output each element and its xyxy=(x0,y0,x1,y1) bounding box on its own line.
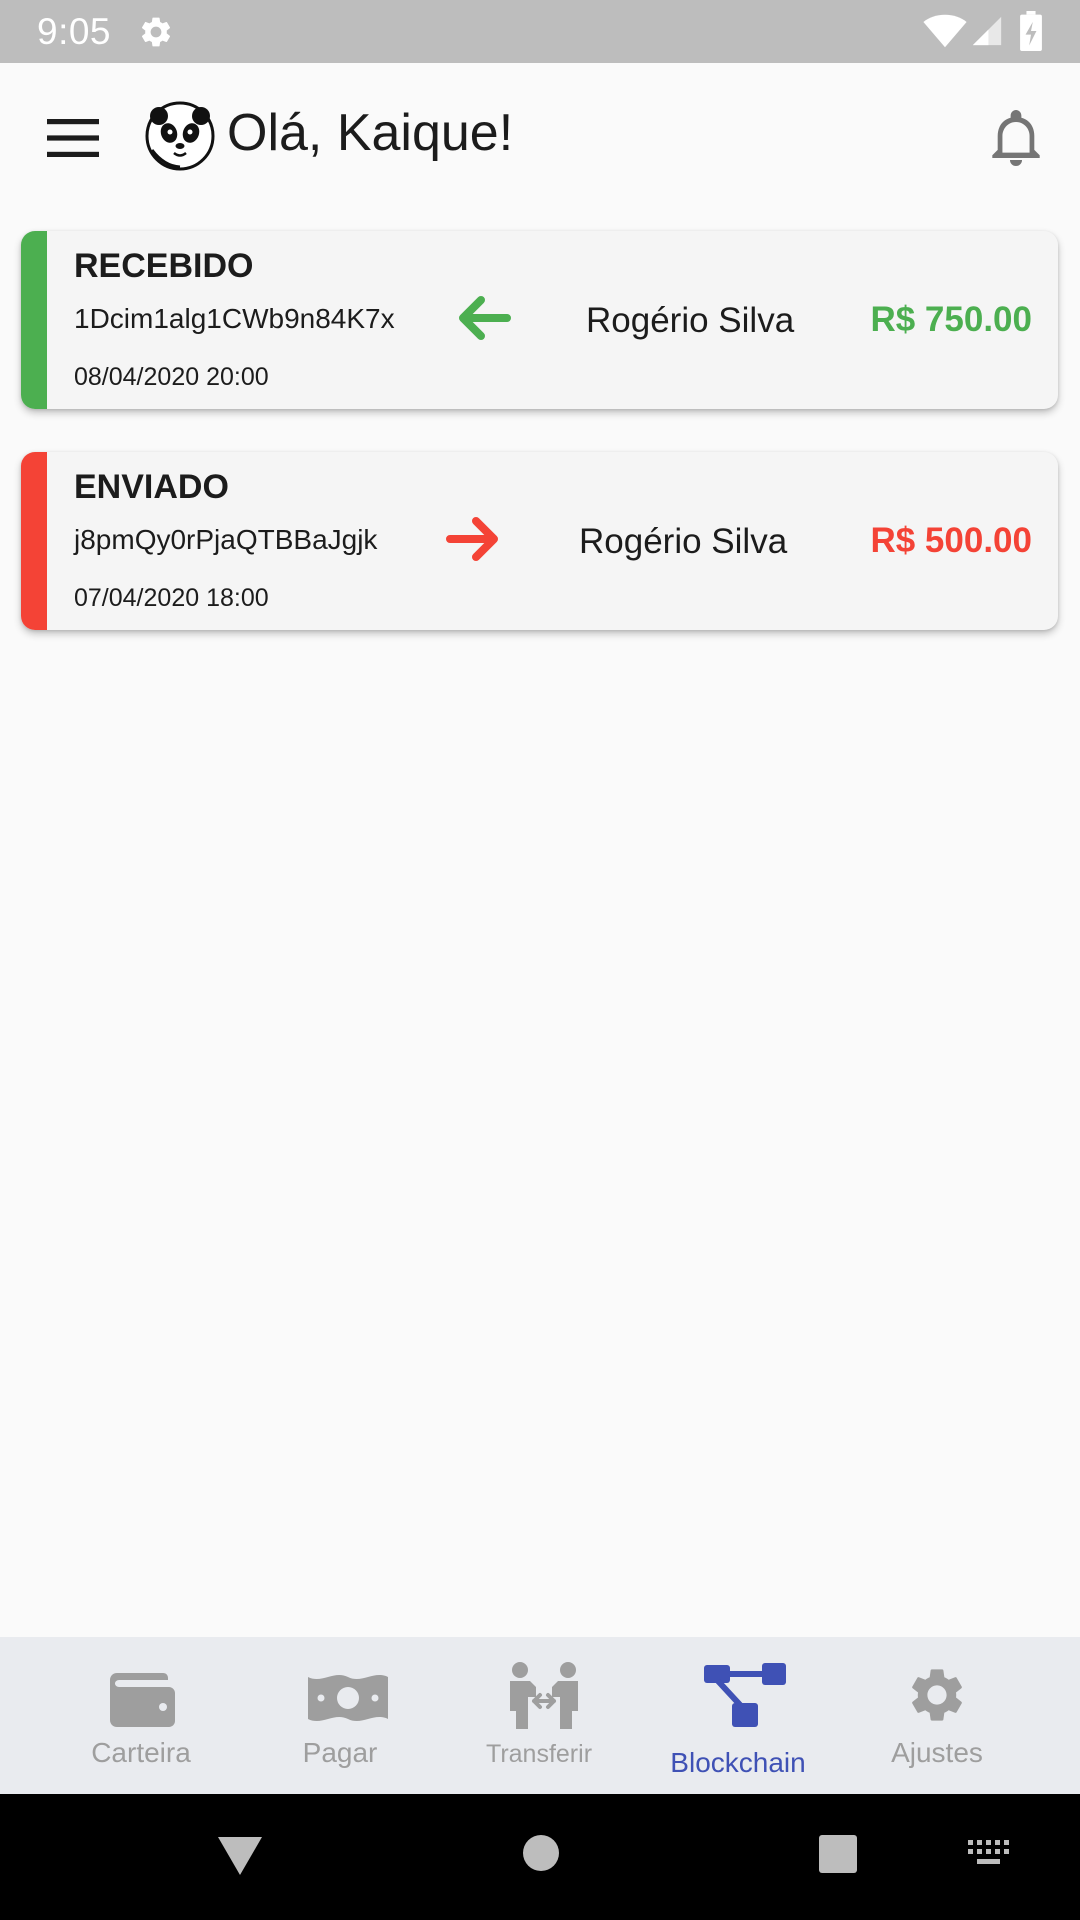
status-bar: 9:05 xyxy=(0,0,1080,63)
sent-accent-bar xyxy=(21,452,47,630)
nav-label: Pagar xyxy=(302,1737,378,1768)
nav-label: Carteira xyxy=(91,1737,191,1768)
back-icon[interactable] xyxy=(216,1835,264,1877)
transaction-counterparty: Rogério Silva xyxy=(579,522,788,561)
blockchain-icon xyxy=(704,1663,786,1727)
nav-item-transferir[interactable]: Transferir xyxy=(439,1637,639,1794)
wallet-icon xyxy=(110,1673,175,1727)
transaction-date: 08/04/2020 20:00 xyxy=(74,363,269,391)
nav-item-pagar[interactable]: Pagar xyxy=(240,1637,440,1794)
nav-label: Ajustes xyxy=(891,1737,983,1768)
gear-icon xyxy=(141,17,171,47)
transaction-counterparty: Rogério Silva xyxy=(586,301,795,340)
nav-item-blockchain[interactable]: Blockchain xyxy=(638,1637,838,1794)
received-accent-bar xyxy=(21,231,47,409)
nav-label: Blockchain xyxy=(670,1747,806,1778)
wifi-icon xyxy=(923,14,967,48)
recents-icon[interactable] xyxy=(818,1834,858,1874)
app-bar: Olá, Kaique! xyxy=(0,63,1080,209)
arrow-right-icon xyxy=(446,517,498,561)
money-icon xyxy=(308,1674,388,1722)
system-navigation-bar xyxy=(0,1794,1080,1920)
nav-item-ajustes[interactable]: Ajustes xyxy=(837,1637,1037,1794)
transaction-type: RECEBIDO xyxy=(74,247,254,285)
nav-label: Transferir xyxy=(485,1740,593,1768)
transaction-type: ENVIADO xyxy=(74,468,229,506)
transaction-amount: R$ 750.00 xyxy=(870,300,1032,339)
transaction-date: 07/04/2020 18:00 xyxy=(74,584,269,612)
settings-icon xyxy=(912,1669,962,1721)
bell-icon[interactable] xyxy=(990,110,1042,166)
transaction-card-sent[interactable]: ENVIADO j8pmQy0rPjaQTBBaJgjk 07/04/2020 … xyxy=(21,452,1058,630)
transaction-hash: j8pmQy0rPjaQTBBaJgjk xyxy=(74,524,378,555)
transaction-hash: 1Dcim1alg1CWb9n84K7x xyxy=(74,303,395,334)
home-icon[interactable] xyxy=(522,1834,560,1872)
transaction-amount: R$ 500.00 xyxy=(870,521,1032,560)
battery-icon xyxy=(1020,11,1042,51)
arrow-left-icon xyxy=(459,296,511,340)
signal-icon xyxy=(972,16,1002,46)
bottom-navigation: Carteira Pagar Transferir Blockchain Aju… xyxy=(0,1637,1080,1794)
panda-avatar xyxy=(145,101,215,171)
transaction-card-received[interactable]: RECEBIDO 1Dcim1alg1CWb9n84K7x 08/04/2020… xyxy=(21,231,1058,409)
page-title: Olá, Kaique! xyxy=(227,104,514,162)
menu-icon[interactable] xyxy=(47,119,99,157)
transfer-icon xyxy=(510,1662,578,1729)
keyboard-icon[interactable] xyxy=(968,1840,1010,1866)
status-time: 9:05 xyxy=(37,11,112,52)
nav-item-carteira[interactable]: Carteira xyxy=(41,1637,241,1794)
